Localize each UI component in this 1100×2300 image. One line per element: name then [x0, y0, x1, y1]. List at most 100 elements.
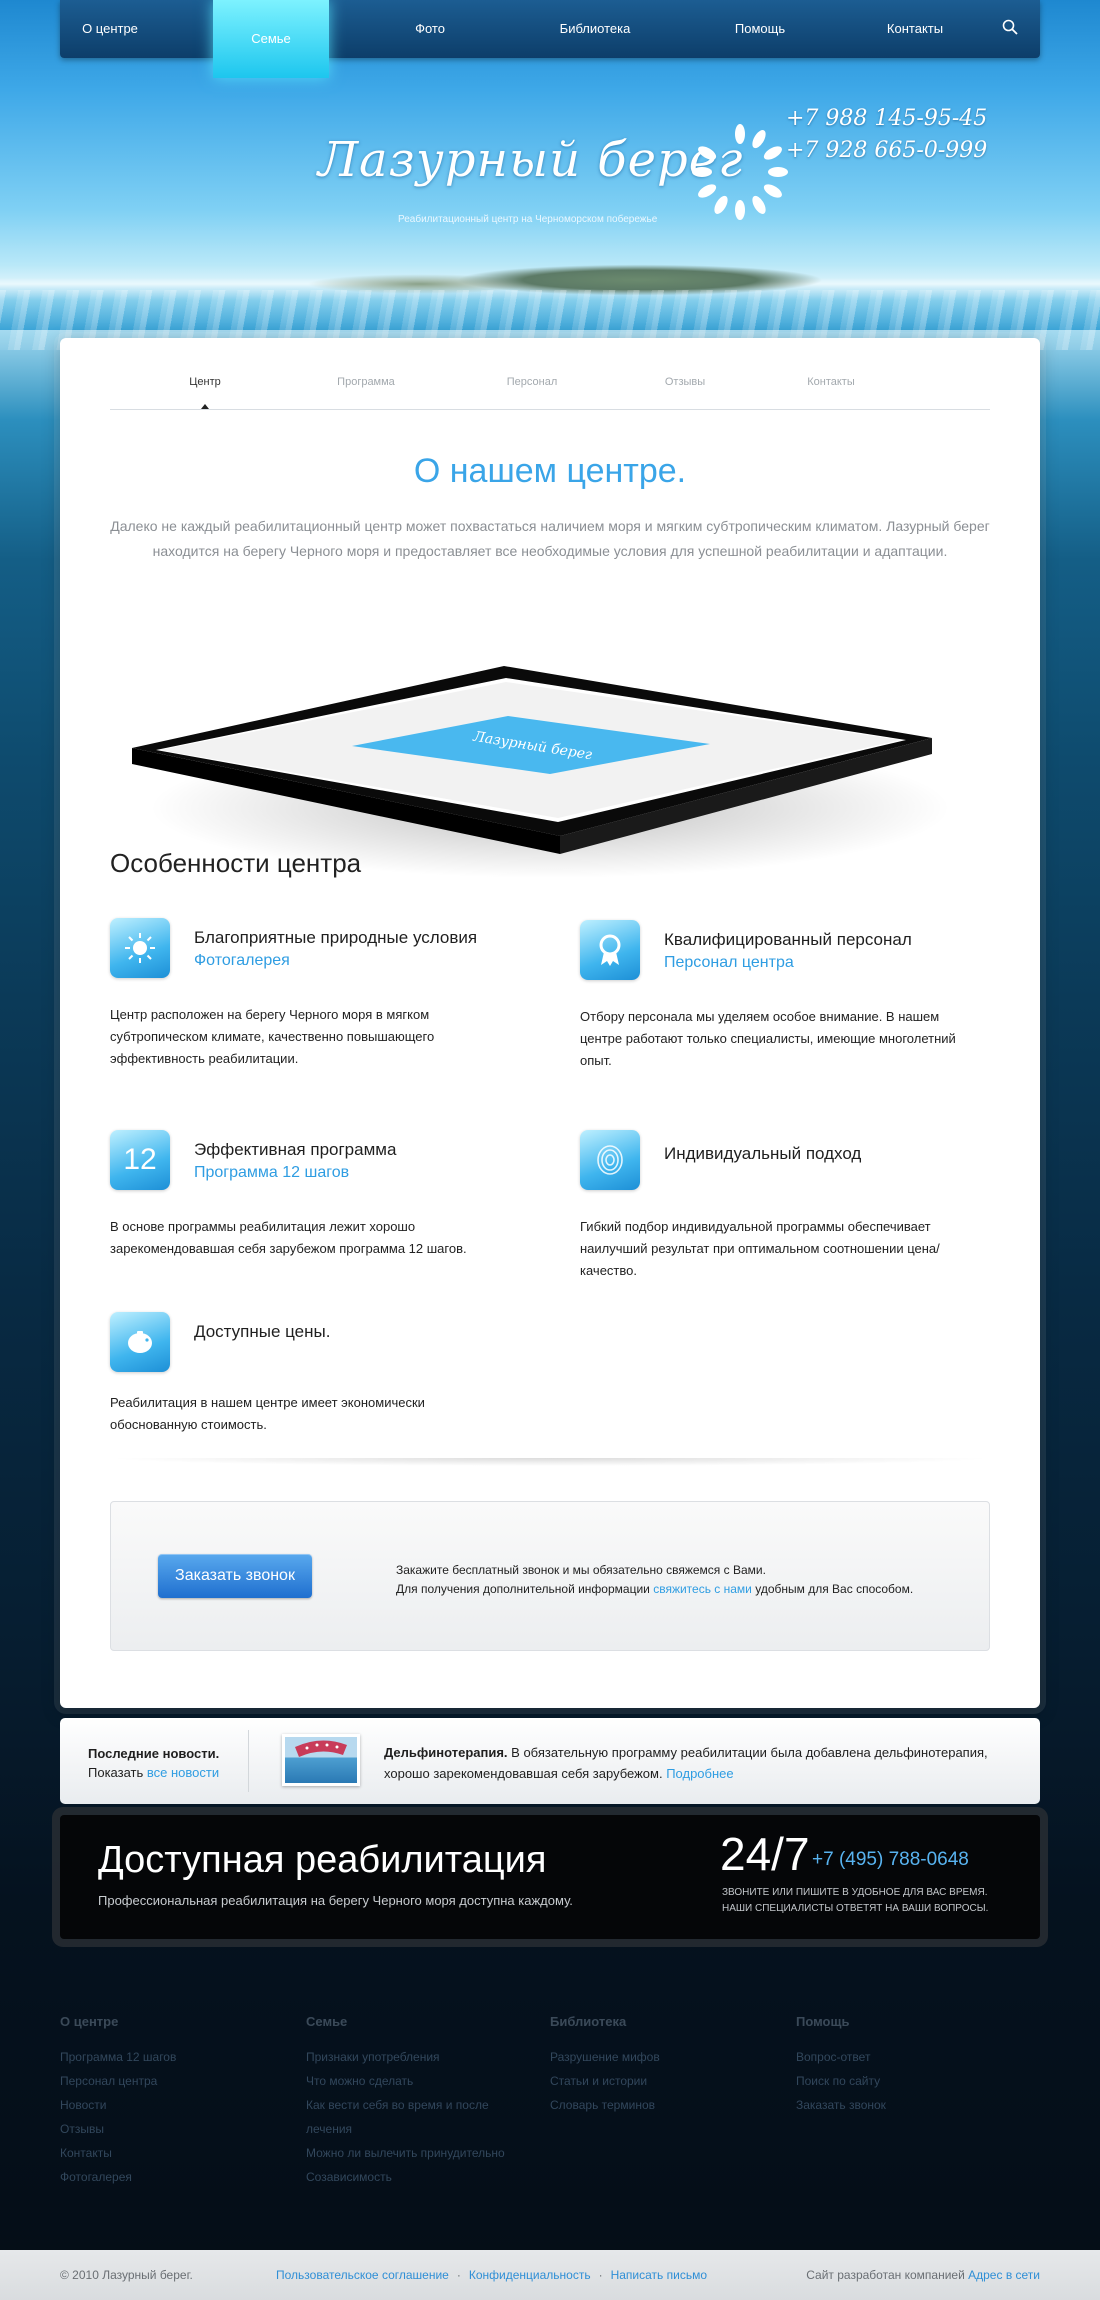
promo-subtitle: Профессиональная реабилитация на берегу …: [98, 1893, 573, 1908]
footer-link[interactable]: Отзывы: [60, 2117, 176, 2141]
footer-link[interactable]: Персонал центра: [60, 2069, 176, 2093]
phone-number-1[interactable]: +7 988 145-95-45: [786, 106, 987, 131]
feature-program: 12 Эффективная программа Программа 12 ша…: [110, 1130, 530, 1260]
callback-line-2-after: удобным для Вас способом.: [755, 1582, 914, 1596]
feature-prices: Доступные цены. Реабилитация в нашем цен…: [110, 1312, 530, 1442]
footer-link[interactable]: Статьи и истории: [550, 2069, 660, 2093]
tab-program[interactable]: Программа: [316, 376, 416, 388]
award-icon: [580, 920, 640, 980]
footer-link[interactable]: Созависимость: [306, 2165, 505, 2189]
copyright: © 2010 Лазурный берег.: [60, 2268, 193, 2282]
nav-item-contacts[interactable]: Контакты: [875, 0, 955, 58]
feature-title: Квалифицированный персонал: [664, 930, 912, 949]
footer-column-help: Помощь Вопрос-ответ Поиск по сайту Заказ…: [796, 2014, 886, 2117]
credit-prefix: Сайт разработан компанией: [806, 2268, 965, 2282]
footer-column-title[interactable]: Семье: [306, 2014, 505, 2029]
tab-contacts[interactable]: Контакты: [781, 376, 881, 388]
footer-link[interactable]: Можно ли вылечить принудительно: [306, 2141, 505, 2165]
footer-column-title[interactable]: Помощь: [796, 2014, 886, 2029]
feature-text: Отбору персонала мы уделяем особое внима…: [580, 1009, 956, 1068]
footer-column-title[interactable]: Библиотека: [550, 2014, 660, 2029]
feature-nature: Благоприятные природные условия Фотогале…: [110, 918, 530, 1066]
news-separator: [248, 1730, 249, 1792]
promo-note-line-2: Наши специалисты ответят на ваши вопросы…: [722, 1903, 989, 1914]
feature-text: В основе программы реабилитация лежит хо…: [110, 1219, 467, 1256]
footer-link[interactable]: Разрушение мифов: [550, 2045, 660, 2069]
callback-line-1: Закажите бесплатный звонок и мы обязател…: [396, 1563, 766, 1577]
feature-text: Реабилитация в нашем центре имеет эконом…: [110, 1395, 425, 1432]
piggy-bank-icon: [110, 1312, 170, 1372]
footer-link[interactable]: Вопрос-ответ: [796, 2045, 886, 2069]
news-show-prefix: Показать: [88, 1765, 144, 1780]
developer-link[interactable]: Адрес в сети: [968, 2268, 1040, 2282]
nav-item-library[interactable]: Библиотека: [550, 0, 640, 58]
photogallery-link[interactable]: Фотогалерея: [194, 952, 290, 970]
privacy-link[interactable]: Конфиденциальность: [469, 2268, 591, 2282]
footer-bottom-bar: © 2010 Лазурный берег. Пользовательское …: [0, 2250, 1100, 2300]
search-icon[interactable]: [1002, 19, 1018, 35]
staff-link[interactable]: Персонал центра: [664, 954, 794, 972]
page-title: О нашем центре.: [413, 452, 687, 490]
footer-link[interactable]: Как вести себя во время и после: [306, 2093, 505, 2117]
feature-title: Эффективная программа: [194, 1140, 397, 1159]
footer-link[interactable]: Контакты: [60, 2141, 176, 2165]
footer-link[interactable]: Новости: [60, 2093, 176, 2117]
promo-24-7: 24/7: [720, 1828, 810, 1880]
footer-column-family: Семье Признаки употребления Что можно сд…: [306, 2014, 505, 2189]
order-call-button[interactable]: Заказать звонок: [158, 1554, 312, 1598]
callback-panel: Заказать звонок Закажите бесплатный звон…: [110, 1501, 990, 1651]
callback-line-2: Для получения дополнительной информации …: [396, 1580, 913, 1599]
footer-column-library: Библиотека Разрушение мифов Статьи и ист…: [550, 2014, 660, 2117]
contact-us-link[interactable]: свяжитесь с нами: [653, 1582, 752, 1596]
footer-link[interactable]: Словарь терминов: [550, 2093, 660, 2117]
feature-title: Индивидуальный подход: [664, 1144, 862, 1163]
number-12-icon-text: 12: [123, 1143, 157, 1176]
active-tab-indicator: [201, 404, 209, 409]
news-item: Дельфинотерапия. В обязательную программ…: [384, 1742, 1014, 1784]
footer-link[interactable]: Поиск по сайту: [796, 2069, 886, 2093]
write-letter-link[interactable]: Написать письмо: [611, 2268, 707, 2282]
program-12-steps-link[interactable]: Программа 12 шагов: [194, 1164, 349, 1182]
nav-item-help[interactable]: Помощь: [725, 0, 795, 58]
user-agreement-link[interactable]: Пользовательское соглашение: [276, 2268, 449, 2282]
all-news-link[interactable]: все новости: [147, 1765, 219, 1780]
footer-link[interactable]: Признаки употребления: [306, 2045, 505, 2069]
fingerprint-icon: [580, 1130, 640, 1190]
footer-link[interactable]: лечения: [306, 2117, 505, 2141]
footer-column-title[interactable]: О центре: [60, 2014, 176, 2029]
section-divider: [110, 1458, 990, 1470]
feature-title: Доступные цены.: [194, 1322, 331, 1341]
developer-credit: Сайт разработан компанией Адрес в сети: [806, 2268, 1040, 2282]
tab-reviews[interactable]: Отзывы: [635, 376, 735, 388]
promo-note-line-1: Звоните или пишите в удобное для вас вре…: [722, 1887, 988, 1898]
top-navigation: О центре Семье Фото Библиотека Помощь Ко…: [60, 0, 1040, 78]
read-more-link[interactable]: Подробнее: [666, 1766, 733, 1781]
phone-number-2[interactable]: +7 928 665-0-999: [786, 138, 987, 163]
news-thumbnail[interactable]: [282, 1734, 360, 1786]
main-content-card: Центр Программа Персонал Отзывы Контакты…: [60, 338, 1040, 1708]
footer-link[interactable]: Программа 12 шагов: [60, 2045, 176, 2069]
sun-icon: [110, 918, 170, 978]
nav-item-photo[interactable]: Фото: [400, 0, 460, 58]
features-title: Особенности центра: [110, 848, 362, 878]
dot-separator: ·: [456, 2268, 461, 2282]
footer-link[interactable]: Фотогалерея: [60, 2165, 176, 2189]
news-heading: Последние новости.: [88, 1746, 220, 1761]
news-item-title[interactable]: Дельфинотерапия.: [384, 1745, 508, 1760]
promo-title: Доступная реабилитация: [98, 1839, 547, 1881]
footer-link[interactable]: Что можно сделать: [306, 2069, 505, 2093]
logo-sun-icon: [692, 124, 788, 220]
section-tabs: Центр Программа Персонал Отзывы Контакты: [110, 338, 990, 410]
nav-item-about[interactable]: О центре: [60, 0, 160, 58]
logo-text[interactable]: Лазурный берег: [318, 132, 743, 188]
footer-legal-links: Пользовательское соглашение · Конфиденциал…: [276, 2268, 707, 2282]
nav-item-family[interactable]: Семье: [213, 0, 329, 78]
feature-individual: Индивидуальный подход Гибкий подбор инди…: [580, 1130, 1000, 1278]
about-lead-text: Далеко не каждый реабилитационный центр …: [110, 518, 990, 559]
tab-center[interactable]: Центр: [155, 376, 255, 388]
feature-title: Благоприятные природные условия: [194, 928, 478, 947]
footer-column-about: О центре Программа 12 шагов Персонал цен…: [60, 2014, 176, 2189]
promo-phone[interactable]: +7 (495) 788-0648: [812, 1849, 969, 1871]
footer-link[interactable]: Заказать звонок: [796, 2093, 886, 2117]
tab-staff[interactable]: Персонал: [482, 376, 582, 388]
